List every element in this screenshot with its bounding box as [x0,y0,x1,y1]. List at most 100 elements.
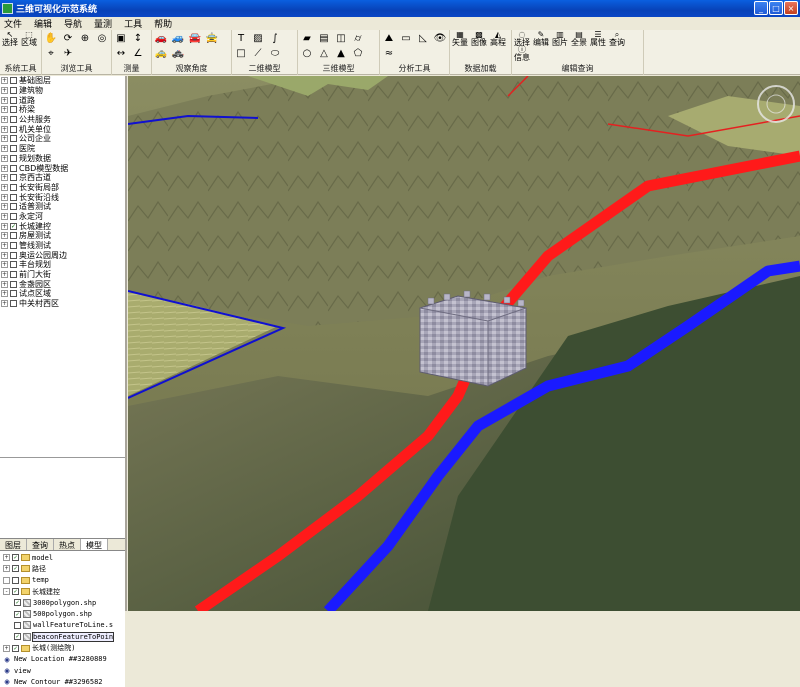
select-arrow-button[interactable]: ↖ 选择 [2,30,18,46]
text-button[interactable]: T [234,32,248,45]
query-button[interactable]: ⌕ 查询 [609,30,625,46]
expand-toggle[interactable]: + [1,96,8,104]
model-tree-item[interactable]: + ✓ model [0,552,125,563]
tree-item[interactable]: + 机关单位 [0,124,125,134]
layer-checkbox[interactable] [10,77,17,85]
3d-map-view[interactable] [128,76,800,611]
expand-toggle[interactable] [3,576,10,584]
close-button[interactable]: × [784,1,798,15]
layer-checkbox[interactable] [12,576,19,584]
expand-toggle[interactable]: + [1,164,8,172]
minimize-button[interactable]: _ [754,1,768,15]
expand-toggle[interactable]: + [1,154,8,162]
layer-checkbox[interactable] [10,106,17,114]
panel-tab[interactable]: 热点 [54,539,81,550]
tree-item[interactable]: + 试点区域 [0,289,125,299]
tree-item[interactable]: + 管线测试 [0,241,125,251]
expand-toggle[interactable]: + [1,232,8,240]
layer-checkbox[interactable] [10,87,17,95]
expand-toggle[interactable]: + [1,77,8,85]
measure-height-button[interactable]: ↕ [131,32,145,45]
curve-button[interactable]: ∫ [268,32,282,45]
tree-item[interactable]: + CBD模型数据 [0,163,125,173]
panel-tab[interactable]: 查询 [27,539,54,550]
car-back-button[interactable]: 🚘 [188,32,202,45]
cube-button[interactable]: ◫ [334,32,348,45]
layer-checkbox[interactable]: ✓ [12,588,19,596]
menu-measure[interactable]: 量测 [94,17,112,30]
model-tree-item[interactable]: ◉ New Location ##3280889 [0,654,125,665]
expand-toggle[interactable]: + [3,554,10,562]
expand-toggle[interactable]: + [1,280,8,288]
circle-button[interactable]: ○ [300,47,314,60]
model-tree-item[interactable]: - ✓ 长城建控 [0,586,125,597]
picture-button[interactable]: ▥ 图片 [552,30,568,46]
expand-toggle[interactable]: + [1,174,8,182]
expand-toggle[interactable]: - [3,588,10,596]
box-model-button[interactable]: ▤ [317,32,331,45]
layer-checkbox[interactable] [10,300,17,308]
expand-toggle[interactable]: + [1,135,8,143]
menu-tools[interactable]: 工具 [124,17,142,30]
info-button[interactable]: ⓘ 信息 [514,45,530,61]
expand-toggle[interactable]: + [1,242,8,250]
attribute-button[interactable]: ☰ 属性 [590,30,606,46]
model-tree-item[interactable]: ◉ New Contour ##3296582 [0,676,125,687]
layer-checkbox[interactable]: ✓ [14,633,21,641]
menu-file[interactable]: 文件 [4,17,22,30]
expand-toggle[interactable]: + [1,290,8,298]
expand-toggle[interactable]: + [3,565,10,573]
layer-checkbox[interactable] [10,242,17,250]
menu-edit[interactable]: 编辑 [34,17,52,30]
layer-checkbox[interactable] [14,621,21,629]
region-button[interactable]: ⬚ 区域 [21,30,37,46]
plane-model-button[interactable]: ▰ [300,32,314,45]
layer-checkbox[interactable] [10,290,17,298]
layer-checkbox[interactable] [10,174,17,182]
globe-button[interactable]: ◎ [95,32,109,45]
tree-item[interactable]: + 永定河 [0,212,125,222]
layer-checkbox[interactable] [10,212,17,220]
layer-checkbox[interactable] [10,183,17,191]
expand-toggle[interactable]: + [1,116,8,124]
menu-navigate[interactable]: 导航 [64,17,82,30]
model-tree-item[interactable]: temp [0,575,125,586]
model-tree-item[interactable]: ◉ view [0,665,125,676]
model-tree-item[interactable]: + ✓ 路径 [0,563,125,574]
expand-toggle[interactable]: + [1,261,8,269]
panel-tab[interactable]: 图层 [0,539,27,550]
rotate-button[interactable]: ⟳ [61,32,75,45]
model-tree-item[interactable]: ✓ 3000polygon.shp [0,597,125,608]
tree-item[interactable]: + 房屋测试 [0,231,125,241]
layer-checkbox[interactable] [10,135,17,143]
terrain-scene[interactable] [128,76,800,611]
tree-item[interactable]: + 前门大街 [0,270,125,280]
vector-button[interactable]: ▦ 矢量 [452,30,468,46]
car-left-button[interactable]: 🚕 [154,47,168,60]
tree-item[interactable]: + 规划数据 [0,154,125,164]
measure-distance-button[interactable]: ↔ [114,47,128,60]
expand-toggle[interactable]: + [3,644,10,652]
layer-checkbox[interactable] [10,145,17,153]
flood-button[interactable]: ≈ [382,47,396,60]
expand-toggle[interactable]: + [1,300,8,308]
expand-toggle[interactable]: + [1,87,8,95]
expand-toggle[interactable]: + [1,203,8,211]
image-button[interactable]: ▨ [251,32,265,45]
terrain-button[interactable]: ⛰ [382,32,396,45]
layer-checkbox[interactable] [10,261,17,269]
tree-item[interactable]: + 长安街沿线 [0,192,125,202]
tree-item[interactable]: + 长安街局部 [0,183,125,193]
layer-checkbox[interactable] [10,271,17,279]
menu-help[interactable]: 帮助 [154,17,172,30]
layer-checkbox[interactable] [10,116,17,124]
layer-checkbox[interactable]: ✓ [14,599,21,607]
expand-toggle[interactable]: + [1,222,8,230]
expand-toggle[interactable]: + [1,193,8,201]
expand-toggle[interactable]: + [1,212,8,220]
ellipse-button[interactable]: ⬭ [268,47,282,60]
panel-tab[interactable]: 模型 [81,539,108,550]
fly-button[interactable]: ✈ [61,47,75,60]
pan-hand-button[interactable]: ✋ [44,32,58,45]
layer-checkbox[interactable]: ✓ [12,565,19,573]
